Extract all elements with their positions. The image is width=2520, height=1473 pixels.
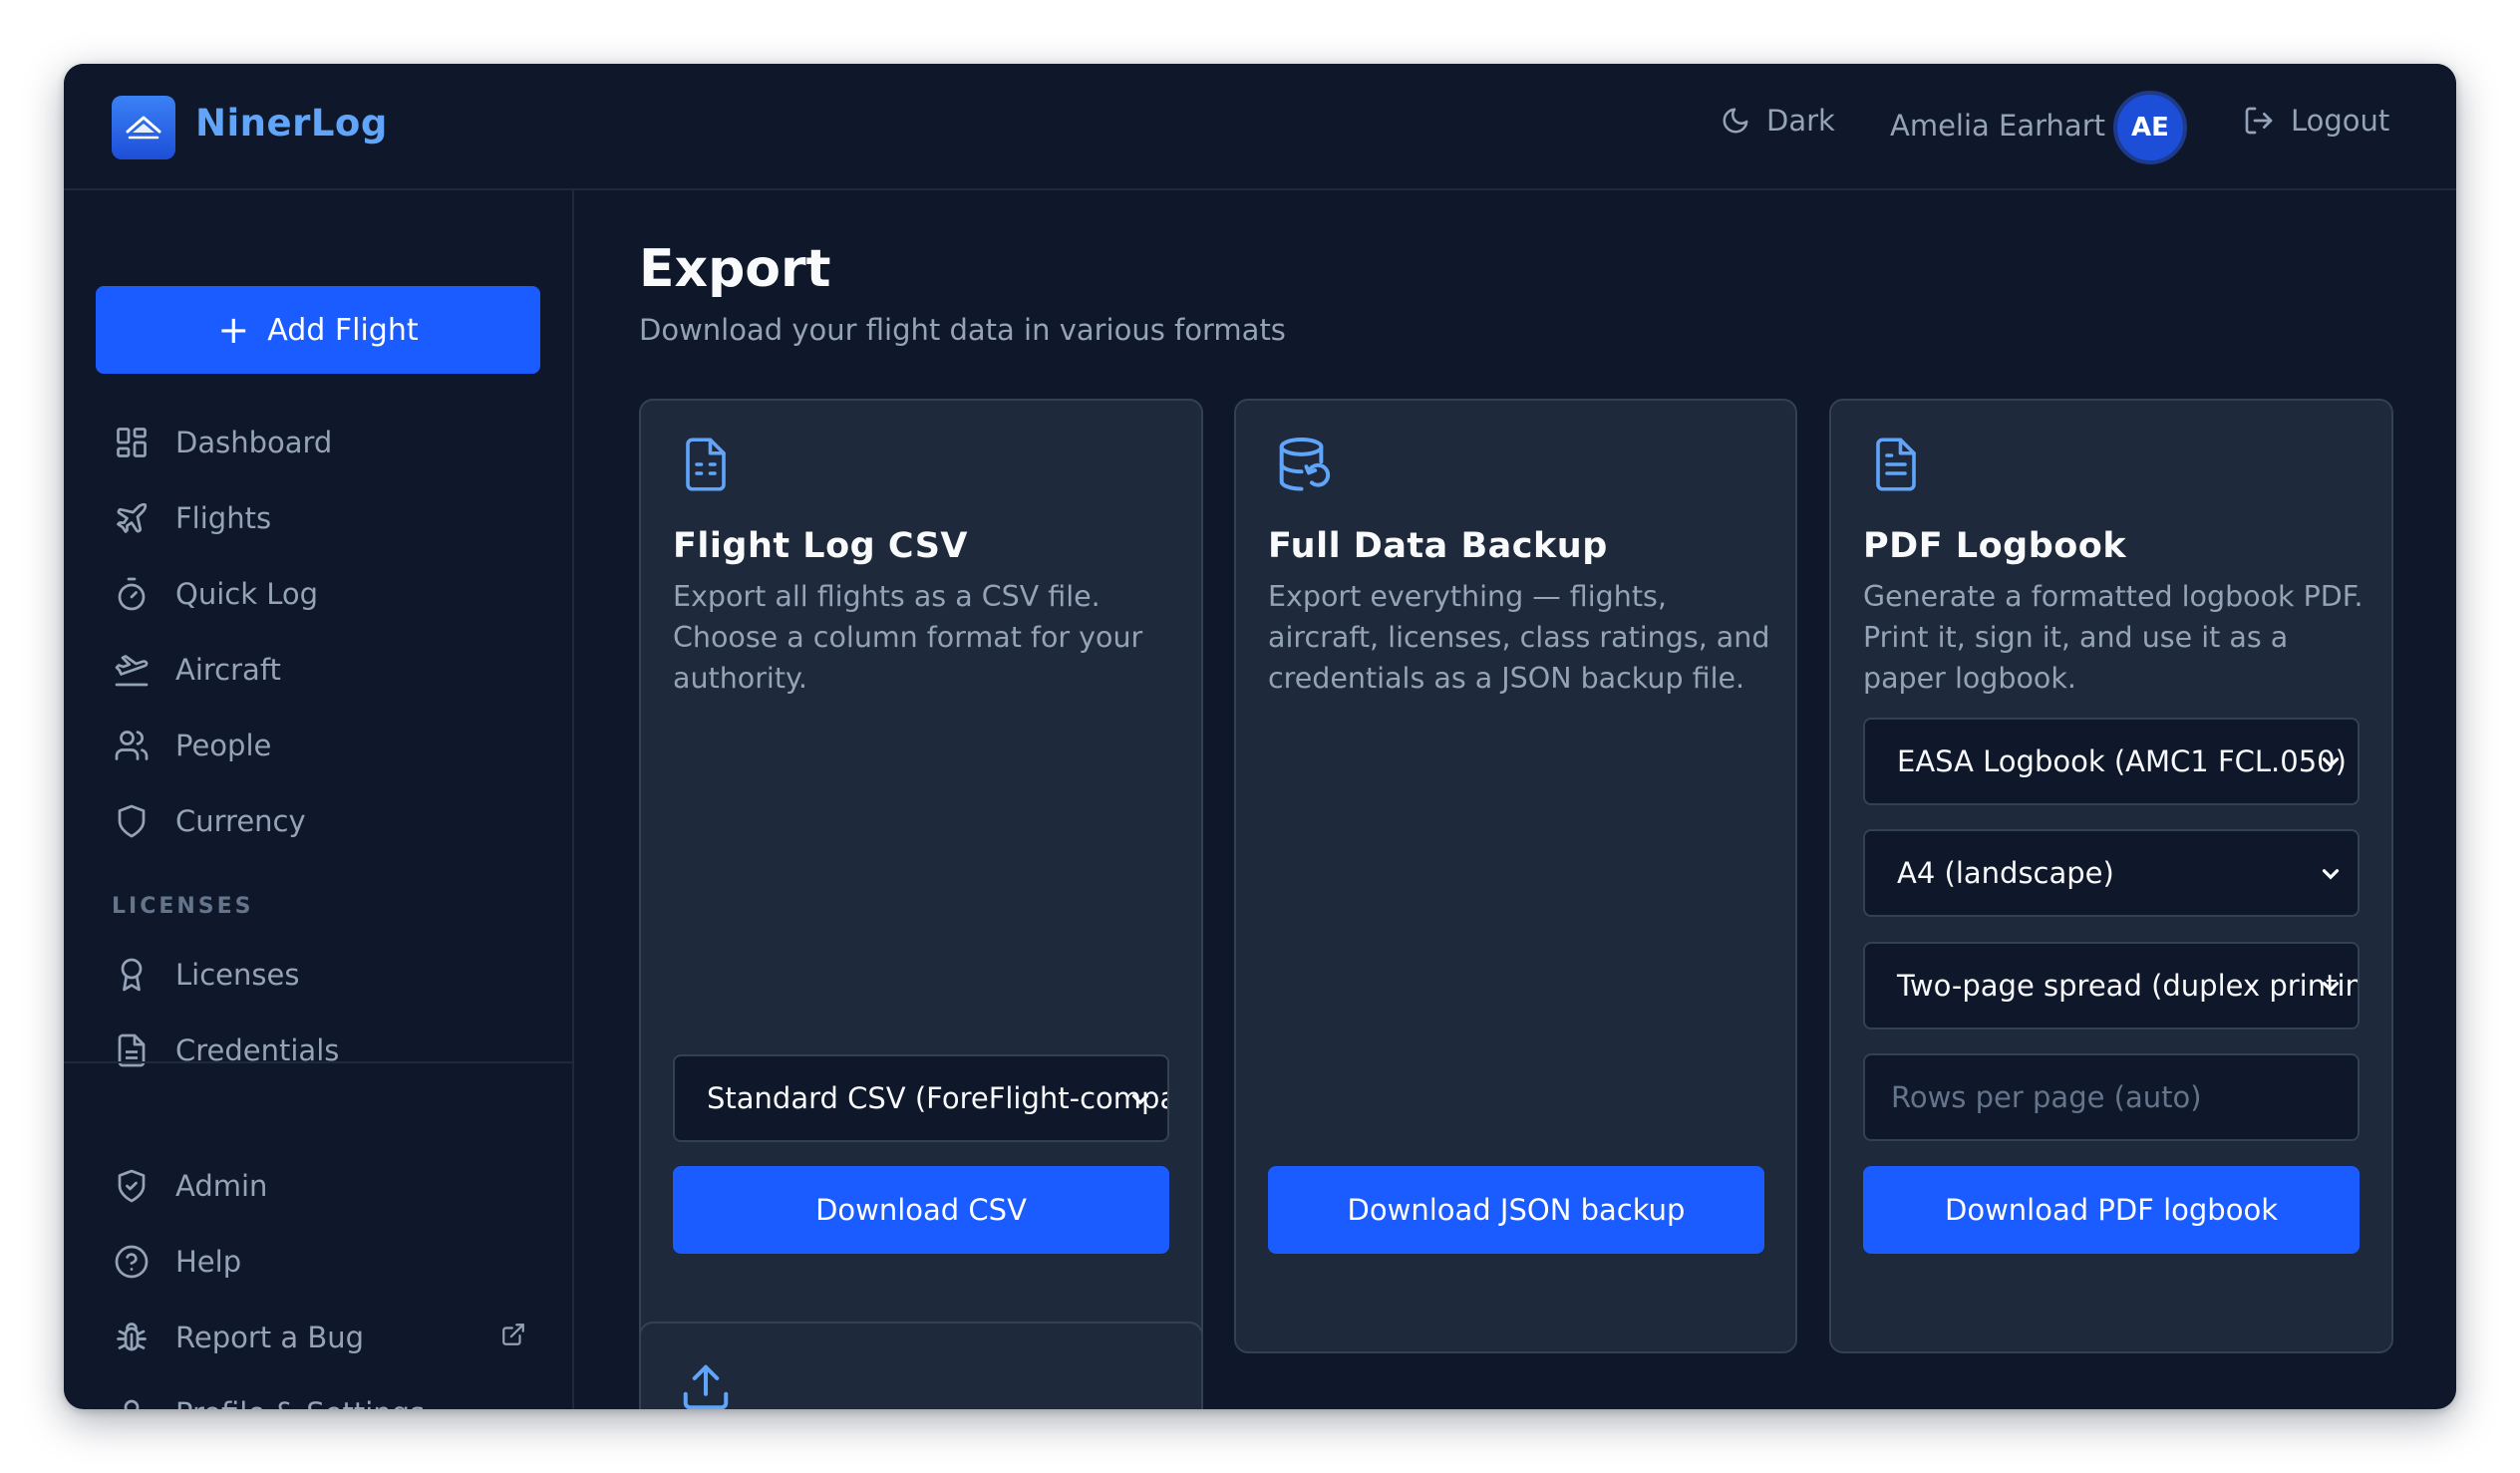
sidebar: + Add Flight Dashboard Flights Quick Log	[64, 190, 574, 1409]
sidebar-item-label: Dashboard	[175, 426, 333, 459]
card-title: PDF Logbook	[1863, 526, 2127, 566]
logbook-format-value: EASA Logbook (AMC1 FCL.050)	[1897, 744, 2347, 778]
sidebar-item-quick-log[interactable]: Quick Log	[112, 564, 550, 624]
paper-size-select[interactable]: A4 (landscape)	[1863, 829, 2360, 917]
sidebar-item-profile-settings[interactable]: Profile & Settings	[112, 1383, 550, 1409]
shield-check-icon	[112, 1166, 152, 1206]
sidebar-item-credentials[interactable]: Credentials	[112, 1021, 550, 1080]
page-layout-select[interactable]: Two-page spread (duplex printing)	[1863, 942, 2360, 1030]
logout-icon	[2245, 107, 2273, 135]
sidebar-item-label: Quick Log	[175, 577, 319, 611]
sidebar-item-help[interactable]: Help	[112, 1232, 550, 1292]
page-layout-value: Two-page spread (duplex printing)	[1897, 969, 2360, 1003]
logbook-format-select[interactable]: EASA Logbook (AMC1 FCL.050)	[1863, 718, 2360, 805]
top-header: NinerLog Dark Amelia Earhart AE Logout	[64, 64, 2456, 190]
licenses-section-label: LICENSES	[112, 894, 254, 919]
theme-toggle-label: Dark	[1766, 104, 1835, 138]
csv-export-card: Flight Log CSV Export all flights as a C…	[639, 399, 1203, 1353]
chevron-down-icon	[2322, 757, 2340, 768]
avatar[interactable]: AE	[2113, 91, 2187, 164]
help-icon	[112, 1242, 152, 1282]
sidebar-item-currency[interactable]: Currency	[112, 791, 550, 851]
app-logo-icon[interactable]	[112, 96, 175, 159]
theme-toggle-button[interactable]: Dark	[1721, 104, 1835, 138]
sidebar-item-dashboard[interactable]: Dashboard	[112, 413, 550, 472]
file-text-icon	[1869, 435, 1923, 498]
page-title: Export	[639, 239, 831, 299]
chevron-down-icon	[1131, 1094, 1149, 1105]
sidebar-item-label: Currency	[175, 804, 306, 838]
file-spreadsheet-icon	[679, 435, 733, 498]
sidebar-item-label: Admin	[175, 1169, 268, 1203]
card-title: Full Data Backup	[1268, 526, 1608, 566]
card-description: Generate a formatted logbook PDF. Print …	[1863, 580, 2363, 695]
card-description: Export everything — flights, aircraft, l…	[1268, 580, 1770, 695]
plus-icon: +	[217, 308, 250, 352]
sidebar-item-flights[interactable]: Flights	[112, 488, 550, 548]
app-window: NinerLog Dark Amelia Earhart AE Logout +…	[64, 64, 2456, 1409]
plane-icon	[112, 498, 152, 538]
shield-icon	[112, 801, 152, 841]
user-icon	[112, 1393, 152, 1409]
rows-per-page-input[interactable]	[1863, 1053, 2360, 1141]
sidebar-item-report-bug[interactable]: Report a Bug	[112, 1308, 550, 1367]
award-icon	[112, 955, 152, 995]
sidebar-item-label: Help	[175, 1245, 242, 1279]
csv-format-select[interactable]: Standard CSV (ForeFlight-compatible)	[673, 1054, 1169, 1142]
add-flight-button[interactable]: + Add Flight	[96, 286, 540, 374]
sidebar-item-label: Aircraft	[175, 653, 281, 687]
page-subtitle: Download your flight data in various for…	[639, 313, 1286, 347]
timer-icon	[112, 574, 152, 614]
download-csv-button[interactable]: Download CSV	[673, 1166, 1169, 1254]
paper-size-value: A4 (landscape)	[1897, 856, 2114, 890]
app-name[interactable]: NinerLog	[195, 102, 388, 145]
csv-format-value: Standard CSV (ForeFlight-compatible)	[707, 1081, 1169, 1115]
download-pdf-button[interactable]: Download PDF logbook	[1863, 1166, 2360, 1254]
sidebar-item-label: Licenses	[175, 958, 300, 992]
add-flight-label: Add Flight	[267, 312, 419, 348]
sidebar-item-label: People	[175, 729, 272, 762]
sidebar-item-label: Report a Bug	[175, 1321, 365, 1354]
sidebar-divider	[64, 1061, 574, 1063]
sidebar-item-admin[interactable]: Admin	[112, 1156, 550, 1216]
sidebar-item-label: Flights	[175, 501, 272, 535]
plane-landing-icon	[112, 650, 152, 690]
sidebar-item-aircraft[interactable]: Aircraft	[112, 640, 550, 700]
database-backup-icon	[1274, 435, 1334, 500]
sidebar-item-people[interactable]: People	[112, 716, 550, 775]
import-card	[639, 1322, 1203, 1409]
external-link-icon	[500, 1321, 526, 1354]
card-description: Export all flights as a CSV file. Choose…	[673, 580, 1143, 695]
card-title: Flight Log CSV	[673, 526, 969, 566]
dashboard-icon	[112, 423, 152, 462]
pdf-logbook-card: PDF Logbook Generate a formatted logbook…	[1829, 399, 2393, 1353]
sidebar-item-licenses[interactable]: Licenses	[112, 945, 550, 1005]
download-json-button[interactable]: Download JSON backup	[1268, 1166, 1764, 1254]
moon-icon	[1723, 108, 1748, 134]
logout-button[interactable]: Logout	[2243, 104, 2389, 138]
sidebar-item-label: Profile & Settings	[175, 1396, 425, 1409]
chevron-down-icon	[2322, 982, 2340, 993]
user-name: Amelia Earhart	[1890, 109, 2105, 143]
chevron-down-icon	[2322, 869, 2340, 880]
document-icon	[112, 1031, 152, 1070]
logout-label: Logout	[2291, 104, 2390, 138]
bug-icon	[112, 1318, 152, 1357]
users-icon	[112, 726, 152, 765]
upload-icon	[679, 1359, 733, 1409]
json-backup-card: Full Data Backup Export everything — fli…	[1234, 399, 1797, 1353]
